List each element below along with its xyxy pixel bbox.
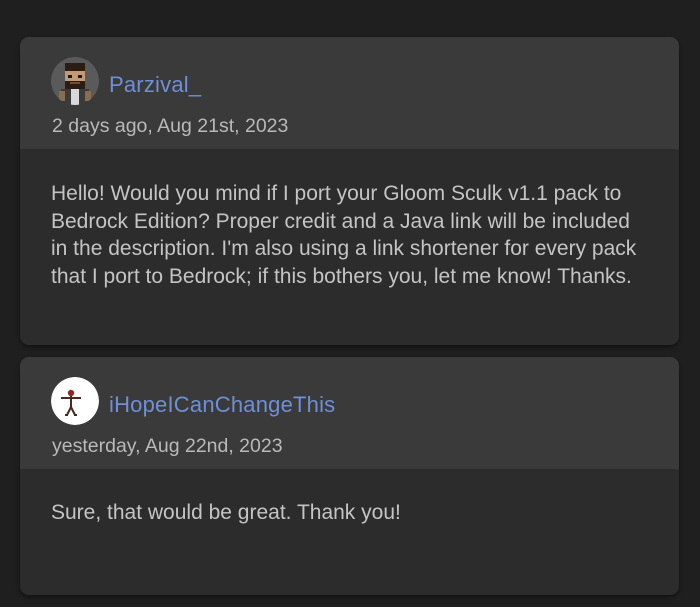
comment-text: Hello! Would you mind if I port your Glo…	[51, 182, 637, 288]
pixel-character-avatar-icon[interactable]	[51, 57, 99, 105]
comment-timestamp: yesterday, Aug 22nd, 2023	[52, 435, 283, 457]
comment-timestamp: 2 days ago, Aug 21st, 2023	[52, 115, 289, 137]
comment-card: Parzival_ 2 days ago, Aug 21st, 2023 Hel…	[20, 37, 679, 345]
username-link[interactable]: iHopeICanChangeThis	[109, 392, 335, 418]
comment-header: Parzival_ 2 days ago, Aug 21st, 2023	[20, 37, 679, 149]
username-link[interactable]: Parzival_	[109, 72, 201, 98]
comment-header: iHopeICanChangeThis yesterday, Aug 22nd,…	[20, 357, 679, 469]
comment-card: iHopeICanChangeThis yesterday, Aug 22nd,…	[20, 357, 679, 595]
comment-text: Sure, that would be great. Thank you!	[51, 501, 401, 524]
comments-page: Parzival_ 2 days ago, Aug 21st, 2023 Hel…	[0, 0, 700, 607]
stick-figure-avatar-icon[interactable]	[51, 377, 99, 425]
